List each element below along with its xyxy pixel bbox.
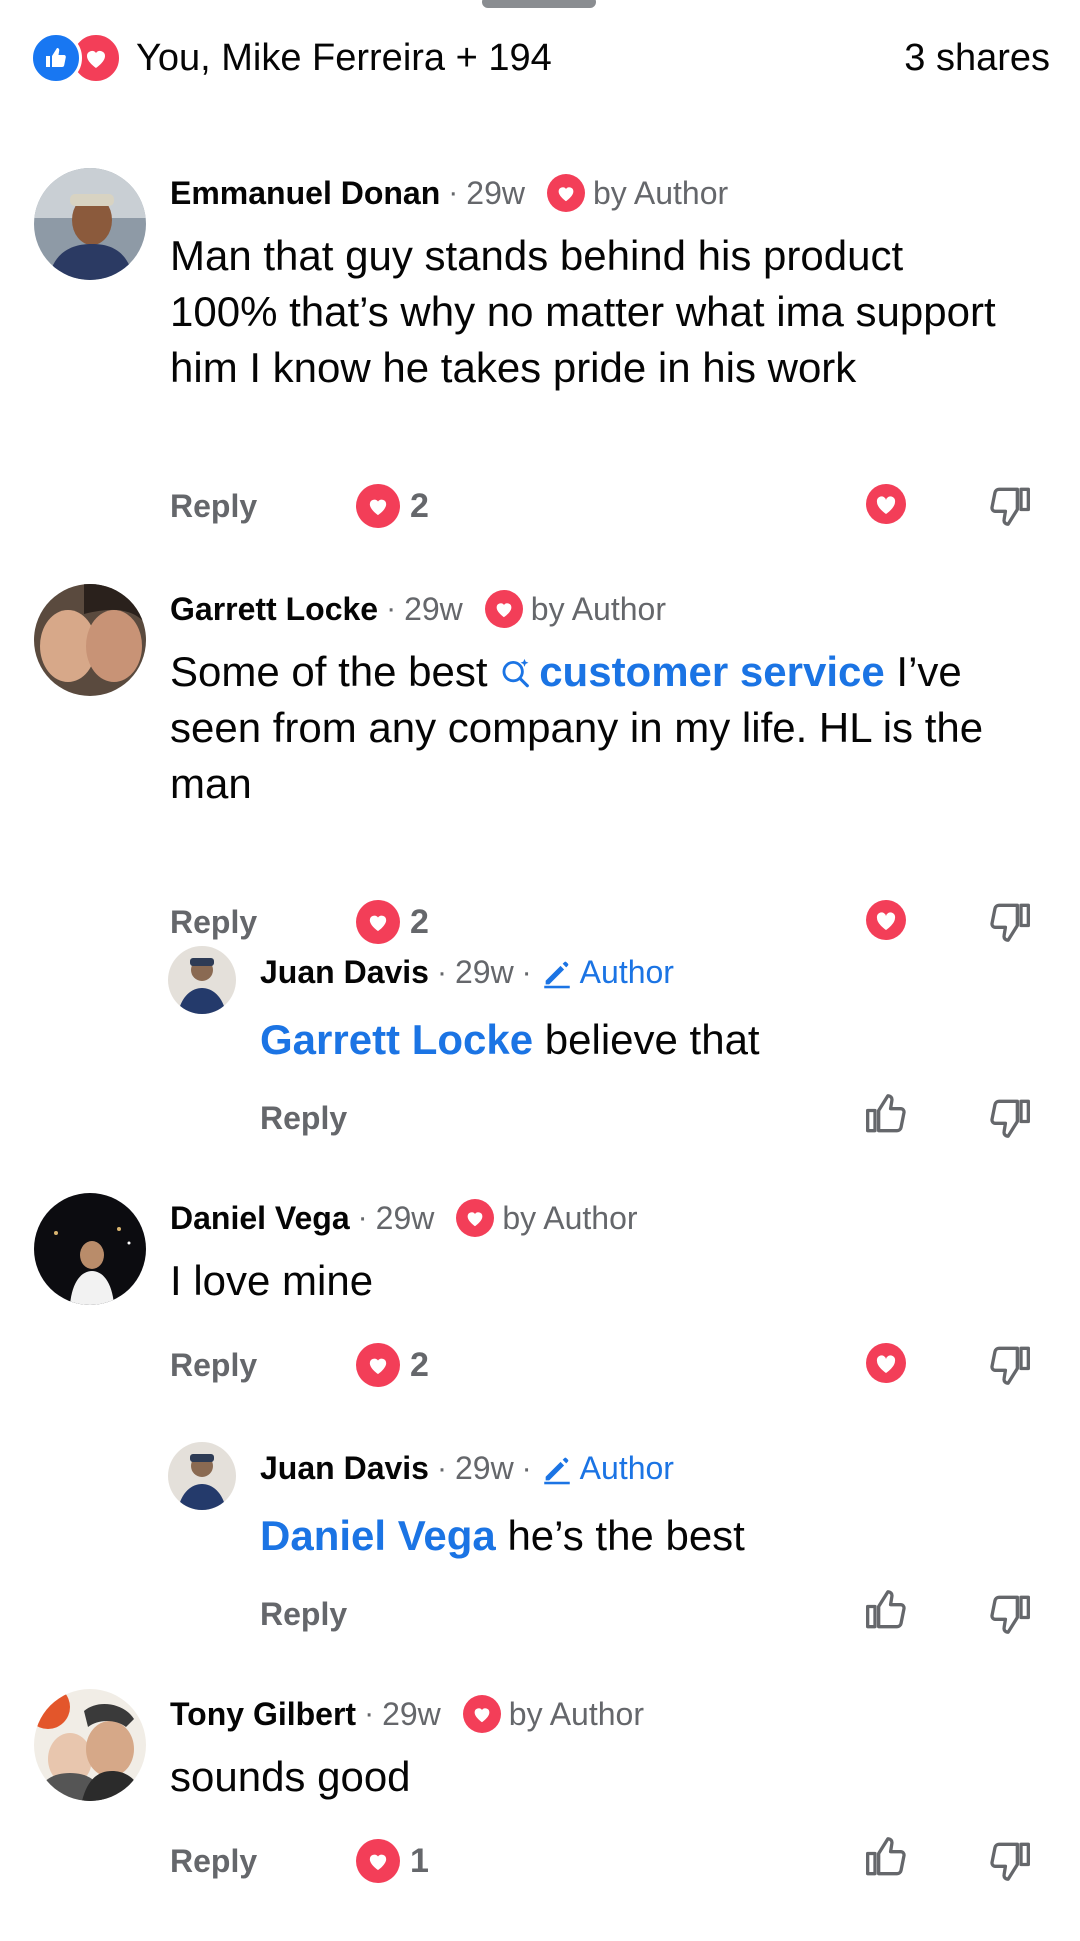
commenter-name[interactable]: Tony Gilbert — [170, 1696, 356, 1733]
search-link-text[interactable]: customer service — [539, 648, 885, 695]
reply-button[interactable]: Reply — [170, 1347, 257, 1384]
comment-time[interactable]: 29w — [382, 1696, 441, 1733]
avatar[interactable] — [168, 946, 236, 1014]
separator-dot: · — [364, 1697, 375, 1730]
comment-text-rest: believe that — [533, 1016, 760, 1063]
author-love-icon — [456, 1199, 495, 1237]
dislike-button[interactable] — [986, 480, 1034, 528]
reaction-icons — [30, 32, 122, 84]
love-icon — [356, 1839, 400, 1883]
love-reaction-button[interactable] — [862, 480, 910, 528]
loved-by-author-label: by Author — [508, 1695, 644, 1732]
love-icon — [356, 484, 400, 528]
reaction-count-number: 1 — [410, 1841, 429, 1880]
reply-button[interactable]: Reply — [170, 1843, 257, 1880]
author-love-icon — [462, 1695, 501, 1733]
author-badge: Author — [579, 954, 674, 990]
comment-text-start: Some of the best — [170, 648, 500, 695]
avatar[interactable] — [34, 1193, 146, 1305]
loved-by-author-label: by Author — [592, 174, 729, 211]
reply-button[interactable]: Reply — [260, 1596, 347, 1633]
reply-button[interactable]: Reply — [170, 488, 257, 525]
search-sparkle-icon — [502, 658, 530, 688]
love-icon — [356, 1343, 400, 1387]
comment-text: Man that guy stands behind his product 1… — [170, 232, 996, 391]
comment-text-rest: he’s the best — [495, 1512, 745, 1559]
avatar[interactable] — [34, 584, 146, 696]
dislike-button[interactable] — [986, 1835, 1034, 1883]
reactions-summary-bar[interactable]: You, Mike Ferreira + 194 3 shares — [30, 30, 1050, 86]
like-reaction-icon — [30, 32, 82, 84]
separator-dot: · — [357, 1201, 368, 1234]
commenter-name[interactable]: Garrett Locke — [170, 591, 378, 628]
comment-time[interactable]: 29w — [455, 954, 514, 991]
loved-by-author-label: by Author — [530, 590, 666, 627]
reaction-count-number: 2 — [410, 902, 429, 941]
love-reaction-button[interactable] — [862, 896, 910, 944]
search-link[interactable]: customer service — [499, 648, 885, 695]
author-love-icon — [546, 174, 585, 212]
like-button[interactable] — [862, 1835, 910, 1883]
separator-dot: · — [436, 1451, 447, 1485]
reaction-count[interactable]: 2 — [356, 900, 429, 944]
mention-link[interactable]: Garrett Locke — [260, 1016, 533, 1063]
dislike-button[interactable] — [986, 896, 1034, 944]
shares-count[interactable]: 3 shares — [904, 37, 1050, 80]
comment-time[interactable]: 29w — [466, 175, 525, 212]
mention-link[interactable]: Daniel Vega — [260, 1512, 496, 1559]
like-button[interactable] — [862, 1588, 910, 1636]
separator-dot: · — [448, 176, 459, 209]
comment-time[interactable]: 29w — [376, 1200, 435, 1237]
separator-dot: · — [521, 955, 532, 989]
reaction-count-number: 2 — [410, 486, 429, 525]
author-love-icon — [484, 590, 523, 628]
commenter-name[interactable]: Juan Davis — [260, 1450, 429, 1487]
separator-dot: · — [386, 592, 397, 625]
like-button[interactable] — [862, 1092, 910, 1140]
dislike-button[interactable] — [986, 1092, 1034, 1140]
separator-dot: · — [436, 955, 447, 989]
comment-text: Garrett Locke believe that — [260, 1012, 1040, 1068]
commenter-name[interactable]: Emmanuel Donan — [170, 175, 440, 212]
reaction-count-number: 2 — [410, 1345, 429, 1384]
reply-button[interactable]: Reply — [170, 904, 257, 941]
avatar[interactable] — [168, 1442, 236, 1510]
dislike-button[interactable] — [986, 1339, 1034, 1387]
comment-text: Some of the best customer service I’ve s… — [170, 644, 1050, 812]
separator-dot: · — [521, 1451, 532, 1485]
comment-text: I love mine — [170, 1257, 374, 1304]
comment-text: Daniel Vega he’s the best — [260, 1508, 1040, 1564]
love-icon — [356, 900, 400, 944]
commenter-name[interactable]: Daniel Vega — [170, 1200, 350, 1237]
pencil-icon — [543, 961, 570, 988]
comment-text: sounds good — [170, 1753, 411, 1800]
reaction-count[interactable]: 2 — [356, 1343, 429, 1387]
comment-time[interactable]: 29w — [404, 591, 463, 628]
avatar[interactable] — [34, 168, 146, 280]
reaction-count[interactable]: 2 — [356, 484, 429, 528]
author-badge: Author — [579, 1450, 674, 1486]
loved-by-author-label: by Author — [502, 1199, 638, 1236]
pencil-icon — [543, 1457, 570, 1484]
reactors-names[interactable]: You, Mike Ferreira + 194 — [136, 37, 552, 80]
dislike-button[interactable] — [986, 1588, 1034, 1636]
commenter-name[interactable]: Juan Davis — [260, 954, 429, 991]
avatar[interactable] — [34, 1689, 146, 1801]
reply-button[interactable]: Reply — [260, 1100, 347, 1137]
reaction-count[interactable]: 1 — [356, 1839, 429, 1883]
love-reaction-button[interactable] — [862, 1339, 910, 1387]
comment-time[interactable]: 29w — [455, 1450, 514, 1487]
sheet-drag-handle[interactable] — [482, 0, 596, 8]
